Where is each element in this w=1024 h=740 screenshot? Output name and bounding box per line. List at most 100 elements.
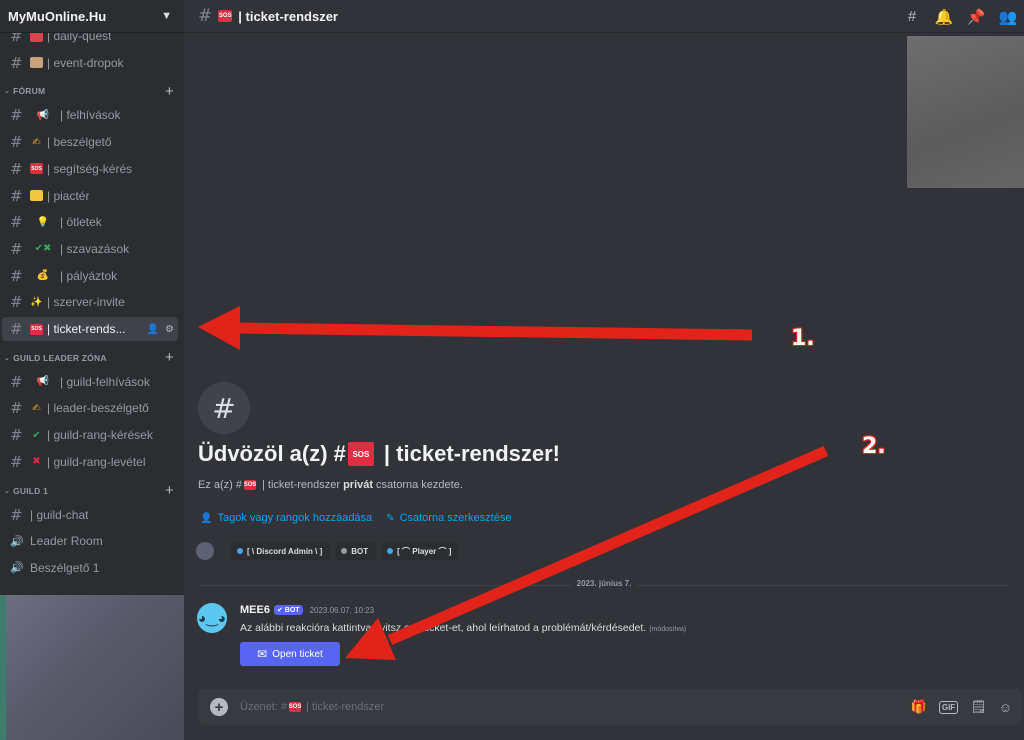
placeholder-prefix: Üzenet: # <box>240 701 288 713</box>
hash-icon: # <box>10 372 23 391</box>
channel-emoji-icon: ✨ <box>30 296 43 308</box>
channel-label: | felhívások <box>60 108 121 123</box>
channel-item[interactable]: # 💰 | pályáztok <box>2 264 178 288</box>
gear-icon[interactable]: ⚙ <box>165 324 174 335</box>
role-label: [ \ Discord Admin \ ] <box>247 546 323 556</box>
channel-emoji-icon: ✖ <box>32 456 41 468</box>
channel-item[interactable]: 🔊 Beszélgető 1 <box>2 556 178 580</box>
role-tag[interactable]: [ \ Discord Admin \ ] <box>231 542 331 560</box>
gift-icon[interactable]: 🎁 <box>911 699 927 715</box>
server-header[interactable]: MyMuOnline.Hu ▼ <box>0 0 184 33</box>
chevron-down-icon: ⌄ <box>4 88 11 96</box>
hash-icon: # <box>10 53 23 72</box>
emoji-icon[interactable]: ☺ <box>999 700 1012 715</box>
channel-item[interactable]: 🔊 Leader Room <box>2 529 178 553</box>
hash-icon: # <box>10 399 23 418</box>
channel-item[interactable]: # ✖ | guild-rang-levétel <box>2 450 178 474</box>
annotation-1: 1. <box>791 326 815 351</box>
channel-tools: 👤 ⚙ <box>147 324 178 335</box>
annotation-2: 2. <box>862 434 886 459</box>
message-text: Az alábbi reakcióra kattintva nyitsz egy… <box>240 622 686 634</box>
composer-placeholder[interactable]: Üzenet: # SOS | ticket-rendszer <box>240 701 384 713</box>
hash-icon: # <box>10 320 23 338</box>
threads-icon[interactable]: # <box>902 8 922 25</box>
channel-label: | guild-felhívások <box>60 374 150 389</box>
channel-item[interactable]: # SOS | ticket-rends... 👤 ⚙ <box>2 317 178 341</box>
channel-label: | event-dropok <box>47 55 124 70</box>
channel-emoji-icon: 💡 <box>36 216 50 228</box>
channel-emoji-icon <box>30 190 43 201</box>
channel-item[interactable]: # ✍ | leader-beszélgető <box>2 396 178 420</box>
hash-icon: # <box>10 426 23 445</box>
welcome-title-prefix: Üdvözöl a(z) # <box>198 441 346 466</box>
composer-tools: 🎁 GIF 🗒 ☺ <box>911 699 1022 715</box>
channel-item[interactable]: # ✨ | szerver-invite <box>2 290 178 314</box>
channel-item[interactable]: # | event-dropok <box>2 51 178 75</box>
chevron-down-icon: ⌄ <box>4 354 11 362</box>
chevron-down-icon: ▼ <box>161 10 172 22</box>
channel-label: Leader Room <box>30 534 103 549</box>
category-header[interactable]: ⌄ GUILD LEADER ZÓNA + <box>0 349 174 366</box>
discord-window: MyMuOnline.Hu ▼ # | daily-quest # | event-d… <box>0 0 1024 740</box>
sticker-icon[interactable]: 🗒 <box>970 699 987 715</box>
channel-emoji-icon <box>30 33 43 42</box>
gif-icon[interactable]: GIF <box>938 700 959 714</box>
category-label: GUILD LEADER ZÓNA <box>13 352 107 363</box>
channel-item[interactable]: # | guild-chat <box>2 503 178 527</box>
message-header: MEE6 ✔ BOT 2023.06.07. 10:23 <box>240 604 374 616</box>
placeholder-suffix: | ticket-rendszer <box>306 701 385 713</box>
channel-emoji-icon: SOS <box>30 323 43 335</box>
channel-item[interactable]: # | piactér <box>2 184 178 208</box>
message-composer[interactable]: + Üzenet: # SOS | ticket-rendszer 🎁 GIF … <box>198 689 1022 725</box>
category-header[interactable]: ⌄ GUILD 1 + <box>0 482 174 499</box>
channel-emoji-icon <box>30 57 43 69</box>
message-timestamp: 2023.06.07. 10:23 <box>309 605 375 615</box>
add-members-link[interactable]: 👤 Tagok vagy rangok hozzáadása <box>200 512 372 524</box>
speaker-icon: 🔊 <box>10 534 24 548</box>
add-channel-icon[interactable]: + <box>165 482 174 499</box>
add-members-label: Tagok vagy rangok hozzáadása <box>217 512 373 524</box>
channel-item[interactable]: # 💡 | ötletek <box>2 210 178 234</box>
edit-channel-label: Csatorna szerkesztése <box>399 512 512 524</box>
open-ticket-label: Open ticket <box>272 648 323 660</box>
channel-item[interactable]: # SOS | segítség-kérés <box>2 157 178 181</box>
channel-label: Beszélgető 1 <box>30 560 100 575</box>
channel-label: | szerver-invite <box>47 295 125 310</box>
welcome-title: Üdvözöl a(z) # SOS | ticket-rendszer! <box>198 441 560 467</box>
hash-icon: # <box>10 239 23 258</box>
invite-icon[interactable]: 👤 <box>147 324 159 335</box>
add-channel-icon[interactable]: + <box>165 349 174 366</box>
channel-label: | szavazások <box>60 241 130 256</box>
envelope-icon: ✉ <box>257 647 268 661</box>
channel-item[interactable]: # 📢 | guild-felhívások <box>2 370 178 394</box>
pin-icon[interactable]: 📌 <box>966 8 986 26</box>
hash-icon: # <box>198 6 213 26</box>
add-attachment-icon[interactable]: + <box>210 698 228 716</box>
hash-icon: # <box>10 293 23 312</box>
channel-item[interactable]: # ✔ | guild-rang-kérések <box>2 423 178 447</box>
open-ticket-button[interactable]: ✉ Open ticket <box>240 642 340 666</box>
welcome-subtitle: Ez a(z) # SOS | ticket-rendszer privát c… <box>198 479 463 491</box>
bell-icon[interactable]: 🔔 <box>934 8 954 26</box>
edit-channel-link[interactable]: ✎ Csatorna szerkesztése <box>386 512 511 524</box>
channel-item[interactable]: # | daily-quest <box>2 33 178 48</box>
members-icon[interactable]: 👥 <box>998 8 1018 26</box>
date-divider: 2023. június 7. <box>198 579 1010 588</box>
avatar[interactable] <box>196 542 214 560</box>
channel-item[interactable]: # ✍ | beszélgető <box>2 130 178 154</box>
role-tag[interactable]: [ ⌒ Player ⌒ ] <box>381 542 460 560</box>
category-header[interactable]: ⌄ FÓRUM + <box>0 83 174 100</box>
message-author[interactable]: MEE6 <box>240 604 270 616</box>
channel-emoji-icon: ✍ <box>32 402 41 414</box>
mee6-avatar[interactable]: ◕‿◕ <box>197 603 227 633</box>
channel-item[interactable]: # 📢 | felhívások <box>2 103 178 127</box>
add-channel-icon[interactable]: + <box>165 83 174 100</box>
role-color-dot <box>237 548 243 554</box>
channel-item[interactable]: # ✔✖ | szavazások <box>2 237 178 261</box>
speaker-icon: 🔊 <box>10 561 24 575</box>
role-tag[interactable]: BOT <box>335 542 377 560</box>
channel-label: | ötletek <box>60 215 102 230</box>
role-color-dot <box>341 548 348 554</box>
channel-title: | ticket-rendszer <box>238 8 338 24</box>
channel-label: | guild-rang-levétel <box>47 454 146 469</box>
